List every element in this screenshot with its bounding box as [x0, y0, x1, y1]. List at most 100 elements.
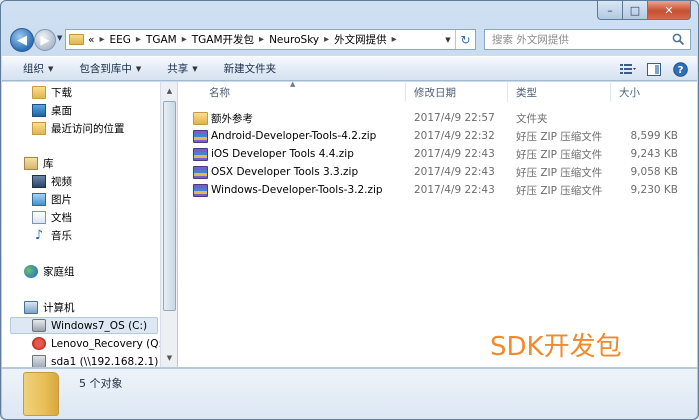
nav-item-downloads[interactable]: 下载 [32, 84, 72, 101]
zip-archive-icon [193, 147, 208, 161]
nav-item-label: 库 [43, 158, 54, 170]
file-date: 2017/4/9 22:32 [414, 130, 495, 142]
nav-item-label: 音乐 [51, 230, 72, 242]
nav-item-documents[interactable]: 文档 [32, 209, 72, 226]
file-size: 9,058 KB [630, 166, 679, 178]
downloads-folder-icon [32, 86, 46, 99]
column-header-label: 修改日期 [414, 86, 456, 99]
column-header-name[interactable]: ▲ 名称 [178, 80, 406, 102]
breadcrumb-item-eeg[interactable]: EEG [109, 34, 130, 46]
column-headers: ▲ 名称 修改日期 类型 大小 [178, 80, 697, 102]
recent-pages-dropdown[interactable]: ▼ [57, 34, 62, 42]
back-button[interactable]: ◀ [10, 28, 34, 52]
zip-archive-icon [193, 165, 208, 179]
nav-item-label: 文档 [51, 212, 72, 224]
chevron-down-icon: ▼ [192, 64, 198, 73]
file-row[interactable]: Windows-Developer-Tools-3.2.zip 2017/4/9… [178, 181, 697, 199]
preview-pane-button[interactable] [644, 59, 664, 79]
column-header-type[interactable]: 类型 [508, 82, 611, 102]
breadcrumb-separator[interactable]: ▸ [182, 34, 187, 45]
nav-item-pictures[interactable]: 图片 [32, 191, 72, 208]
caption-buttons: – □ ✕ [597, 1, 691, 20]
search-input[interactable]: 搜索 外文网提供 [484, 29, 691, 50]
search-placeholder: 搜索 外文网提供 [492, 34, 569, 46]
minimize-button[interactable]: – [597, 1, 623, 20]
arrow-left-icon: ◀ [17, 32, 27, 48]
share-button[interactable]: 共享 ▼ [160, 58, 204, 79]
breadcrumb-separator[interactable]: ▸ [324, 34, 329, 45]
maximize-button[interactable]: □ [623, 1, 648, 20]
navigation-scrollbar[interactable]: ▲ ▼ [160, 82, 177, 367]
nav-item-desktop[interactable]: 桌面 [32, 102, 72, 119]
forward-button[interactable]: ▶ [34, 29, 56, 51]
file-row[interactable]: iOS Developer Tools 4.4.zip 2017/4/9 22:… [178, 145, 697, 163]
breadcrumb-separator[interactable]: ▸ [392, 34, 397, 45]
breadcrumb-separator[interactable]: ▸ [259, 34, 264, 45]
close-button[interactable]: ✕ [648, 1, 691, 20]
new-folder-button[interactable]: 新建文件夹 [217, 58, 284, 79]
breadcrumb-separator[interactable]: ▸ [99, 34, 104, 45]
nav-item-computer[interactable]: 计算机 [24, 299, 75, 316]
scroll-up-icon[interactable]: ▲ [162, 83, 177, 99]
address-bar[interactable]: « ▸ EEG ▸ TGAM ▸ TGAM开发包 ▸ NeuroSky ▸ 外文… [65, 29, 476, 50]
file-row[interactable]: 额外参考 2017/4/9 22:57 文件夹 [178, 109, 697, 127]
view-controls: ? [618, 59, 690, 79]
breadcrumb-item-tgam[interactable]: TGAM [146, 34, 177, 46]
nav-item-drive-c[interactable]: Windows7_OS (C:) [10, 317, 158, 334]
breadcrumb-item-current[interactable]: 外文网提供 [334, 32, 387, 47]
file-row[interactable]: Android-Developer-Tools-4.2.zip 2017/4/9… [178, 127, 697, 145]
file-row[interactable]: OSX Developer Tools 3.3.zip 2017/4/9 22:… [178, 163, 697, 181]
nav-item-drive-q[interactable]: Lenovo_Recovery (Q:) [32, 335, 160, 352]
address-controls: ▼ ↻ [441, 30, 475, 49]
scroll-thumb[interactable] [163, 101, 176, 311]
nav-item-drive-z[interactable]: sda1 (\\192.168.2.1) (Z:) [32, 353, 160, 367]
nav-item-homegroup[interactable]: 家庭组 [24, 263, 75, 280]
nav-item-label: 图片 [51, 194, 72, 206]
breadcrumb-item-tgam-kit[interactable]: TGAM开发包 [192, 32, 254, 47]
nav-item-label: sda1 (\\192.168.2.1) (Z:) [51, 355, 160, 368]
new-folder-label: 新建文件夹 [223, 63, 277, 75]
nav-item-label: 桌面 [51, 105, 72, 117]
organize-button[interactable]: 组织 ▼ [16, 58, 60, 79]
command-bar: 组织 ▼ 包含到库中 ▼ 共享 ▼ 新建文件夹 ? [2, 56, 697, 81]
computer-icon [24, 301, 38, 314]
nav-item-label: 计算机 [43, 302, 75, 314]
breadcrumb-separator[interactable]: ▸ [136, 34, 141, 45]
search-icon[interactable] [672, 33, 685, 46]
refresh-icon: ↻ [460, 32, 471, 47]
help-button[interactable]: ? [670, 59, 690, 79]
refresh-button[interactable]: ↻ [455, 30, 475, 49]
nav-item-music[interactable]: ♪ 音乐 [32, 227, 72, 244]
change-view-button[interactable] [618, 59, 638, 79]
homegroup-icon [24, 265, 38, 278]
include-in-library-label: 包含到库中 [79, 63, 132, 75]
file-date: 2017/4/9 22:43 [414, 148, 495, 160]
folder-icon [193, 111, 208, 125]
desktop-icon [32, 104, 46, 117]
file-name: Android-Developer-Tools-4.2.zip [211, 130, 377, 142]
file-date: 2017/4/9 22:57 [414, 112, 495, 124]
file-list: ▲ 名称 修改日期 类型 大小 额外参考 2017/4/9 22:57 文件夹 … [178, 80, 697, 367]
file-name: OSX Developer Tools 3.3.zip [211, 166, 359, 178]
item-count: 5 个对象 [79, 377, 123, 390]
drive-icon [32, 319, 46, 332]
address-dropdown-icon[interactable]: ▼ [441, 36, 455, 44]
breadcrumb-overflow[interactable]: « [88, 34, 94, 46]
details-pane: 5 个对象 [2, 368, 697, 419]
scroll-down-icon[interactable]: ▼ [162, 350, 177, 366]
documents-icon [32, 211, 46, 224]
explorer-window: – □ ✕ ◀ ▶ ▼ « ▸ EEG ▸ TGAM ▸ TGAM开发包 ▸ N… [0, 0, 699, 420]
file-size: 9,230 KB [630, 184, 679, 196]
column-header-label: 类型 [516, 86, 537, 99]
sdk-watermark-text: SDK开发包 [490, 332, 622, 362]
details-view-icon [620, 64, 636, 74]
column-header-size[interactable]: 大小 [611, 82, 697, 102]
breadcrumb-item-neurosky[interactable]: NeuroSky [269, 34, 319, 46]
nav-item-videos[interactable]: 视频 [32, 173, 72, 190]
include-in-library-button[interactable]: 包含到库中 ▼ [72, 58, 148, 79]
nav-item-libraries[interactable]: 库 [24, 155, 54, 172]
nav-item-recent-places[interactable]: 最近访问的位置 [32, 120, 125, 137]
nav-item-label: 视频 [51, 176, 72, 188]
pictures-icon [32, 193, 46, 206]
column-header-date[interactable]: 修改日期 [406, 82, 508, 102]
